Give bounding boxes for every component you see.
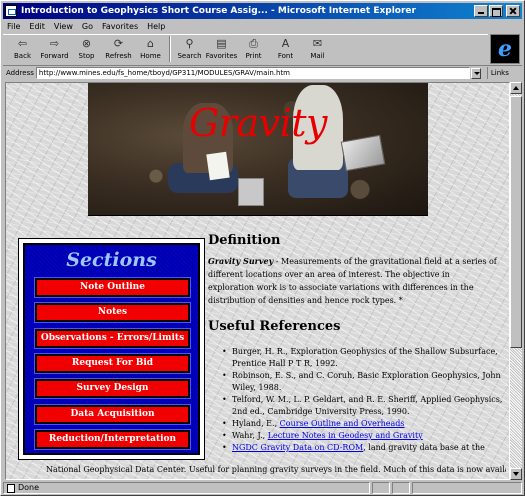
maximize-button[interactable] [489,5,503,17]
section-notes-button[interactable]: Notes [34,302,191,323]
print-button[interactable]: ⎙ Print [238,35,269,63]
font-button[interactable]: A Font [270,35,301,63]
reference-item: NGDC Gravity Data on CD-ROM, land gravit… [222,442,504,454]
section-note-outline-button[interactable]: Note Outline [34,277,191,298]
search-icon: ⚲ [185,37,194,50]
scroll-thumb[interactable] [510,96,522,348]
address-value: http://www.mines.edu/fs_home/tboyd/GP311… [38,69,291,77]
menu-file[interactable]: File [7,22,20,31]
sections-title: Sections [66,249,157,271]
minimize-button[interactable] [474,5,488,17]
section-data-acquisition-button[interactable]: Data Acquisition [34,404,191,425]
home-icon: ⌂ [147,37,154,50]
title-bar[interactable]: Introduction to Geophysics Short Course … [3,3,522,19]
toolbar-separator [169,36,171,62]
status-text: Done [18,483,40,492]
sections-panel-inner: Sections Note Outline Notes Observations… [23,243,200,455]
browser-window: Introduction to Geophysics Short Course … [0,0,525,496]
field-notes-paper [206,151,230,181]
ie-logo: e [490,34,520,64]
ngdc-gravity-link[interactable]: NGDC Gravity Data on CD-ROM [232,443,363,452]
status-cell [392,482,410,494]
status-bar: Done [3,481,522,495]
status-cell [372,482,390,494]
section-reduction-interpretation-button[interactable]: Reduction/Interpretation [34,429,191,450]
menu-bar: File Edit View Go Favorites Help [3,20,522,33]
stop-button[interactable]: ⊗ Stop [71,35,102,63]
status-zone [412,482,522,494]
gravity-banner-image: Gravity [88,83,428,216]
menu-help[interactable]: Help [147,22,165,31]
vertical-scrollbar[interactable] [510,82,522,480]
reference-item: Telford, W. M., L. P. Geldart, and R. E.… [222,394,504,418]
search-button[interactable]: ⚲ Search [174,35,205,63]
section-request-for-bid-button[interactable]: Request For Bid [34,353,191,374]
course-outline-link[interactable]: Course Outline and Overheads [280,419,405,428]
page-content: Gravity Sections Note Outline Notes Obse… [5,82,510,480]
print-icon: ⎙ [249,37,258,50]
reference-item: Wahr, J., Lecture Notes in Geodesy and G… [222,430,504,442]
ngdc-description-text: National Geophysical Data Center. Useful… [46,465,506,474]
mail-button[interactable]: ✉ Mail [302,35,333,63]
forward-button[interactable]: ⇨ Forward [39,35,70,63]
banner-title: Gravity [188,101,328,145]
stop-icon: ⊗ [81,37,92,50]
gravimeter-instrument [238,178,264,206]
ie-logo-icon: e [498,36,512,62]
section-survey-design-button[interactable]: Survey Design [34,378,191,399]
refresh-icon: ⟳ [113,37,124,50]
refresh-button[interactable]: ⟳ Refresh [103,35,134,63]
references-list: Burger, H. R., Exploration Geophysics of… [222,346,504,454]
menu-view[interactable]: View [54,22,73,31]
definition-paragraph: Gravity Survey - Measurements of the gra… [208,255,498,307]
status-main: Done [3,482,370,494]
section-observations-button[interactable]: Observations - Errors/Limits [34,328,191,349]
forward-arrow-icon: ⇨ [49,37,60,50]
page-done-icon [7,483,15,493]
reference-item: Hyland, E., Course Outline and Overheads [222,418,504,430]
scroll-down-button[interactable] [510,468,522,480]
definition-heading: Definition [208,233,281,248]
ie-page-icon [5,5,17,17]
lecture-notes-link[interactable]: Lecture Notes in Geodesy and Gravity [268,431,423,440]
address-input[interactable]: http://www.mines.edu/fs_home/tboyd/GP311… [35,67,470,79]
address-dropdown-button[interactable] [470,67,481,79]
favorites-icon: ▤ [216,37,227,50]
reference-item: Robinson, E. S., and C. Coruh, Basic Exp… [222,370,504,394]
close-button[interactable] [506,5,520,17]
reference-item: Burger, H. R., Exploration Geophysics of… [222,346,504,370]
menu-go[interactable]: Go [82,22,93,31]
address-label: Address [6,69,34,77]
favorites-button[interactable]: ▤ Favorites [206,35,238,63]
mail-icon: ✉ [312,37,323,50]
back-button[interactable]: ⇦ Back [7,35,38,63]
definition-term: Gravity Survey [208,256,274,266]
menu-favorites[interactable]: Favorites [102,22,138,31]
back-arrow-icon: ⇦ [17,37,28,50]
references-heading: Useful References [208,319,341,334]
window-title: Introduction to Geophysics Short Course … [21,6,416,16]
toolbar: ⇦ Back ⇨ Forward ⊗ Stop ⟳ Refresh ⌂ Home… [3,34,488,64]
sections-panel: Sections Note Outline Notes Observations… [18,238,205,460]
links-button[interactable]: Links [486,67,509,79]
font-icon: A [281,37,290,50]
home-button[interactable]: ⌂ Home [135,35,166,63]
window-controls [473,5,520,17]
scroll-up-button[interactable] [510,82,522,94]
address-bar: Address http://www.mines.edu/fs_home/tbo… [3,65,522,80]
menu-edit[interactable]: Edit [29,22,45,31]
